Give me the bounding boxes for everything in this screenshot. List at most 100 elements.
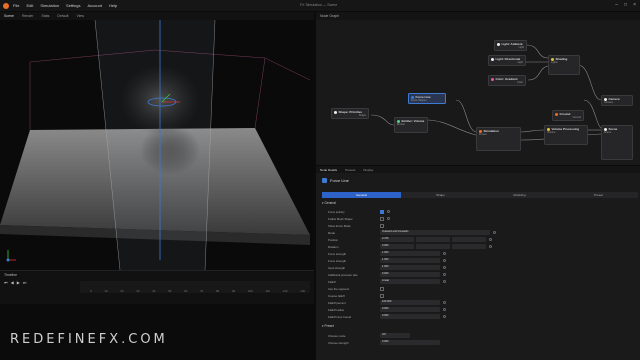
section-general[interactable]: ▾ General	[322, 201, 336, 205]
reset-icon[interactable]	[387, 217, 390, 220]
falloff-select[interactable]: Linear	[380, 279, 440, 284]
rotation-z-field[interactable]	[452, 244, 486, 249]
inverse-falloff-checkbox[interactable]	[380, 293, 384, 298]
timeline-ticks: 0 10 20 30 40 50 60 70 80 90 100 110 120…	[90, 289, 305, 293]
prop-label: Use the segment	[328, 286, 350, 291]
skip-end-icon[interactable]: ⏭	[23, 280, 27, 285]
section-preset[interactable]: ▾ Preset	[322, 324, 334, 328]
node-color-gradient[interactable]: Color: Gradient Color	[488, 75, 526, 86]
bbox-line	[254, 57, 266, 129]
node-emitter-volume[interactable]: Emitter: Volume Emitter	[394, 117, 428, 133]
prop-row: Choose mode Off	[328, 333, 628, 338]
tick-label: 20	[120, 289, 124, 293]
play-icon[interactable]: ▶	[17, 280, 20, 285]
show-force-checkbox[interactable]	[380, 223, 384, 228]
node-light-ambient[interactable]: Light: Ambient Light	[494, 40, 527, 51]
falloff-inner-bound-field[interactable]: 0.000	[380, 314, 440, 319]
tab-view[interactable]: View	[73, 14, 89, 18]
3d-viewport[interactable]	[0, 20, 314, 270]
menu-help[interactable]: Help	[109, 3, 117, 8]
menu-edit[interactable]: Edit	[26, 3, 33, 8]
viewport-scene	[0, 20, 311, 270]
follow-mesh-checkbox[interactable]	[380, 216, 384, 221]
connection	[520, 129, 545, 133]
node-ground[interactable]: Ground Ground	[552, 110, 584, 121]
shape-icon	[334, 110, 337, 114]
skip-start-icon[interactable]: ⏮	[4, 280, 8, 285]
node-port: Emitter	[397, 123, 405, 126]
reset-icon[interactable]	[443, 280, 446, 283]
maximize-icon[interactable]: □	[624, 2, 627, 8]
minimize-icon[interactable]: –	[615, 2, 618, 8]
tab-stats[interactable]: Stats	[37, 14, 53, 18]
menu-settings[interactable]: Settings	[66, 3, 80, 8]
menu-file[interactable]: File	[13, 3, 19, 8]
mode-select[interactable]: Outward and Forwards	[380, 230, 490, 235]
reset-icon[interactable]	[443, 315, 446, 318]
node-simulation[interactable]: Simulation Forces	[476, 127, 521, 151]
falloff-radius-field[interactable]: 0.000	[380, 307, 440, 312]
tick-label: 40	[152, 289, 156, 293]
input-strength-field[interactable]: 1.000	[380, 265, 440, 270]
tab-presets[interactable]: Presets	[341, 168, 359, 172]
choose-strength-field[interactable]: 0.000	[380, 340, 440, 345]
tick-label: 80	[216, 289, 220, 293]
falloff-percent-field[interactable]: 100.000	[380, 300, 440, 305]
position-y-field[interactable]	[416, 237, 450, 242]
force-strength-field[interactable]: 1.000	[380, 258, 440, 263]
node-camera[interactable]: Camera Camera	[601, 95, 633, 106]
reset-icon[interactable]	[489, 238, 492, 241]
position-z-field[interactable]	[452, 237, 486, 242]
reset-icon[interactable]	[443, 259, 446, 262]
subtab-shape[interactable]: Shape	[401, 192, 480, 198]
tab-node-details[interactable]: Node Details	[316, 168, 341, 172]
prop-label: Falloff radius	[328, 307, 344, 312]
node-label: Color: Gradient	[495, 77, 518, 81]
window-title: FX Simulation — Scene	[300, 3, 338, 7]
reset-icon[interactable]	[443, 273, 446, 276]
step-back-icon[interactable]: ◀	[11, 280, 14, 285]
menu-simulation[interactable]: Simulation	[40, 3, 59, 8]
app-window: File Edit Simulation Settings Account He…	[0, 0, 640, 360]
reset-icon[interactable]	[489, 245, 492, 248]
position-x-field[interactable]: 0.476	[380, 237, 414, 242]
node-force-line[interactable]: Force Line Force Shapes	[408, 93, 446, 104]
node-light-directional[interactable]: Light: Directional Light	[488, 55, 526, 66]
prop-row: Additional pressure rate 0.000	[328, 272, 628, 277]
rotation-x-field[interactable]: 0.000	[380, 244, 414, 249]
force-activity-checkbox[interactable]	[380, 209, 384, 214]
prop-label: Force activity	[328, 209, 345, 214]
tab-scene[interactable]: Scene	[0, 14, 18, 18]
subtab-preset[interactable]: Preset	[559, 192, 638, 198]
force-strength-field[interactable]: 1.000	[380, 251, 440, 256]
tab-render[interactable]: Render	[18, 14, 37, 18]
menu-account[interactable]: Account	[88, 3, 102, 8]
reset-icon[interactable]	[387, 210, 390, 213]
reset-icon[interactable]	[443, 252, 446, 255]
node-volume-processing[interactable]: Volume Processing Volume	[544, 125, 588, 145]
reset-icon[interactable]	[443, 308, 446, 311]
prop-label: Position	[328, 237, 338, 242]
color-icon	[491, 77, 494, 81]
node-scene[interactable]: Scene Scene	[601, 125, 633, 160]
use-segment-checkbox[interactable]	[380, 286, 384, 291]
node-port: Camera	[604, 101, 613, 104]
prop-label: Choose strength	[328, 340, 349, 345]
node-graph[interactable]: Light: Ambient Light Light: Directional …	[316, 20, 640, 165]
tab-display[interactable]: Display	[359, 168, 377, 172]
tick-label: 50	[168, 289, 172, 293]
choose-mode-select[interactable]: Off	[380, 333, 410, 338]
reset-icon[interactable]	[443, 266, 446, 269]
node-shape-primitive[interactable]: Shape: Primitive Shape	[331, 108, 369, 119]
reset-icon[interactable]	[493, 231, 496, 234]
subtab-general[interactable]: General	[322, 192, 401, 198]
pressure-rate-field[interactable]: 0.000	[380, 272, 440, 277]
close-icon[interactable]: ×	[633, 2, 636, 8]
subtab-modeling[interactable]: Modeling	[480, 192, 559, 198]
prop-label: Rotation	[328, 244, 339, 249]
rotation-y-field[interactable]	[416, 244, 450, 249]
tick-label: 70	[200, 289, 204, 293]
tab-default[interactable]: Default	[53, 14, 72, 18]
node-shading[interactable]: Shading Lights	[548, 55, 580, 75]
reset-icon[interactable]	[443, 301, 446, 304]
